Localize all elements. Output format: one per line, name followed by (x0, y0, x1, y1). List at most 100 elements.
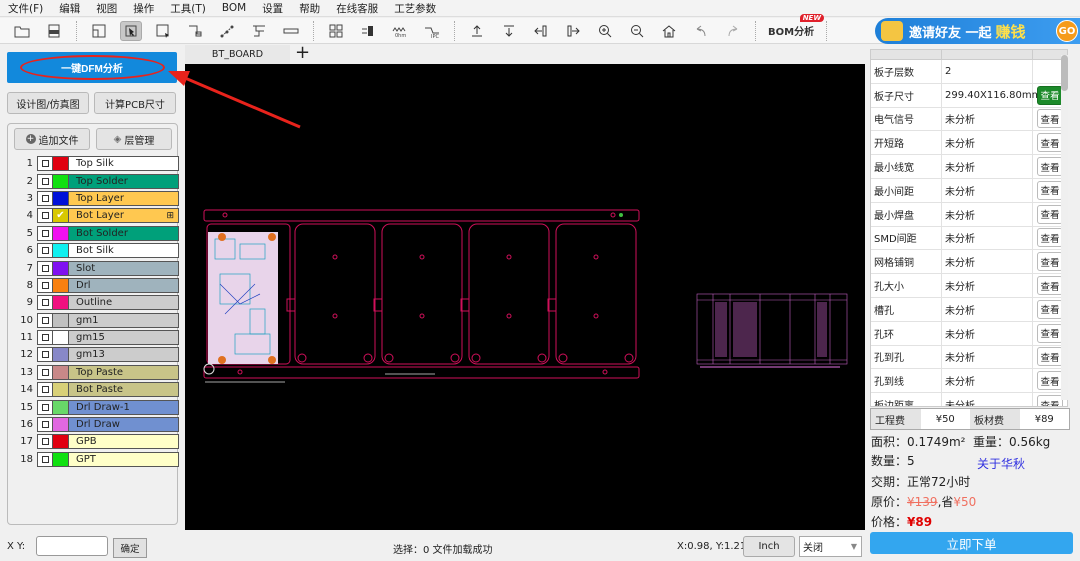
layer-name[interactable]: gm15 (69, 331, 178, 345)
layer-color-swatch[interactable] (53, 435, 69, 449)
layer-visibility-checkbox[interactable] (38, 261, 53, 275)
layer-row[interactable]: 7 Slot (15, 259, 179, 276)
about-huaqiu-link[interactable]: 关于华秋 (977, 455, 1025, 472)
xy-input[interactable] (36, 536, 108, 556)
layer-color-swatch[interactable] (53, 400, 69, 414)
layer-visibility-checkbox[interactable] (38, 331, 53, 345)
layer-name[interactable]: Slot (69, 261, 178, 275)
view-button[interactable]: 查看 (1037, 347, 1063, 367)
layer-visibility-checkbox[interactable] (38, 383, 53, 397)
layer-visibility-checkbox[interactable] (38, 226, 53, 240)
net-button[interactable] (248, 21, 270, 41)
layer-options-icon[interactable]: ⊞ (166, 211, 174, 221)
layout-button[interactable] (88, 21, 110, 41)
view-button[interactable]: 查看 (1037, 133, 1063, 153)
add-file-button[interactable]: + 追加文件 (14, 128, 90, 150)
layer-manage-button[interactable]: ◈ 层管理 (96, 128, 172, 150)
layer-row[interactable]: 9 Outline (15, 294, 179, 311)
layer-color-swatch[interactable]: ✔ (53, 209, 69, 223)
calc-pcb-size-button[interactable]: 计算PCB尺寸 (94, 92, 176, 114)
layer-name[interactable]: Top Layer (69, 191, 178, 205)
unit-toggle-button[interactable]: Inch (743, 536, 795, 557)
layer-visibility-checkbox[interactable] (38, 174, 53, 188)
layer-row[interactable]: 11 gm15 (15, 329, 179, 346)
component-button[interactable] (357, 21, 379, 41)
layer-name[interactable]: Drl (69, 278, 178, 292)
layer-name[interactable]: Top Silk (69, 157, 178, 171)
measure-button[interactable] (280, 21, 302, 41)
layer-name[interactable]: Top Solder (69, 174, 178, 188)
layer-name[interactable]: Bot Paste (69, 383, 178, 397)
layer-row[interactable]: 3 Top Layer (15, 190, 179, 207)
layer-color-swatch[interactable] (53, 157, 69, 171)
menu-file[interactable]: 文件(F) (8, 1, 43, 16)
one-click-dfm-button[interactable]: 一键DFM分析 (7, 52, 177, 83)
layer-row[interactable]: 4 ✔ Bot Layer ⊞ (15, 207, 179, 224)
view-button[interactable]: 查看 (1037, 204, 1063, 224)
layer-row[interactable]: 16 Drl Draw (15, 416, 179, 433)
layer-color-swatch[interactable] (53, 348, 69, 362)
view-button[interactable]: 查看 (1037, 228, 1063, 248)
layer-name[interactable]: gm1 (69, 313, 178, 327)
layer-row[interactable]: 6 Bot Silk (15, 242, 179, 259)
layer-name[interactable]: gm13 (69, 348, 178, 362)
view-button[interactable]: 查看 (1037, 252, 1063, 272)
bom-analysis-button[interactable]: BOM分析 NEW (768, 14, 825, 38)
layer-visibility-checkbox[interactable] (38, 400, 53, 414)
menu-settings[interactable]: 设置 (262, 1, 283, 16)
home-button[interactable] (658, 21, 680, 41)
layer-visibility-checkbox[interactable] (38, 365, 53, 379)
pcb-canvas[interactable] (185, 64, 865, 530)
zoom-in-button[interactable] (594, 21, 616, 41)
ipc-button[interactable]: IPC (421, 21, 443, 41)
layer-color-swatch[interactable] (53, 331, 69, 345)
scrollbar-thumb[interactable] (1061, 55, 1068, 91)
view-button[interactable]: 查看 (1037, 85, 1063, 105)
layer-row[interactable]: 18 GPT (15, 451, 179, 468)
menu-edit[interactable]: 编辑 (59, 1, 80, 16)
add-tab-button[interactable]: + (295, 42, 310, 63)
menu-help[interactable]: 帮助 (299, 1, 320, 16)
layer-visibility-checkbox[interactable] (38, 313, 53, 327)
layer-color-swatch[interactable] (53, 365, 69, 379)
view-button[interactable]: 查看 (1037, 299, 1063, 319)
snap-select[interactable]: 关闭 ▼ (799, 536, 862, 557)
layer-name[interactable]: Outline (69, 296, 178, 310)
layer-visibility-checkbox[interactable] (38, 244, 53, 258)
layer-row[interactable]: 17 GPB (15, 433, 179, 450)
design-view-button[interactable]: 设计图/仿真图 (7, 92, 89, 114)
tab-bt-board[interactable]: BT_BOARD (185, 45, 290, 64)
layer-name[interactable]: Bot Layer ⊞ (69, 209, 178, 223)
menu-process-params[interactable]: 工艺参数 (394, 1, 436, 16)
layer-color-swatch[interactable] (53, 244, 69, 258)
menu-bom[interactable]: BOM (222, 2, 246, 14)
view-button[interactable]: 查看 (1037, 276, 1063, 296)
select-box-button[interactable] (152, 21, 174, 41)
layer-visibility-checkbox[interactable] (38, 209, 53, 223)
align-right-button[interactable] (562, 21, 584, 41)
layer-visibility-checkbox[interactable] (38, 348, 53, 362)
layer-up-button[interactable] (466, 21, 488, 41)
layer-row[interactable]: 2 Top Solder (15, 172, 179, 189)
layer-name[interactable]: GPT (69, 452, 178, 466)
layer-color-swatch[interactable] (53, 383, 69, 397)
dfm-table-scrollbar[interactable] (1061, 55, 1068, 400)
order-now-button[interactable]: 立即下单 (870, 532, 1073, 554)
undo-button[interactable] (690, 21, 712, 41)
panel-grid-button[interactable] (325, 21, 347, 41)
export-pdf-button[interactable] (43, 21, 65, 41)
layer-visibility-checkbox[interactable] (38, 157, 53, 171)
open-folder-button[interactable] (11, 21, 33, 41)
layer-row[interactable]: 1 Top Silk (15, 155, 179, 172)
layer-visibility-checkbox[interactable] (38, 191, 53, 205)
layer-visibility-checkbox[interactable] (38, 418, 53, 432)
layer-color-swatch[interactable] (53, 452, 69, 466)
ohm-button[interactable]: 0hm (389, 21, 411, 41)
layer-row[interactable]: 14 Bot Paste (15, 381, 179, 398)
layer-name[interactable]: Drl Draw-1 (69, 400, 178, 414)
layer-name[interactable]: Bot Solder (69, 226, 178, 240)
view-button[interactable]: 查看 (1037, 371, 1063, 391)
view-button[interactable]: 查看 (1037, 323, 1063, 343)
layer-down-button[interactable] (498, 21, 520, 41)
menu-tools[interactable]: 工具(T) (170, 1, 206, 16)
